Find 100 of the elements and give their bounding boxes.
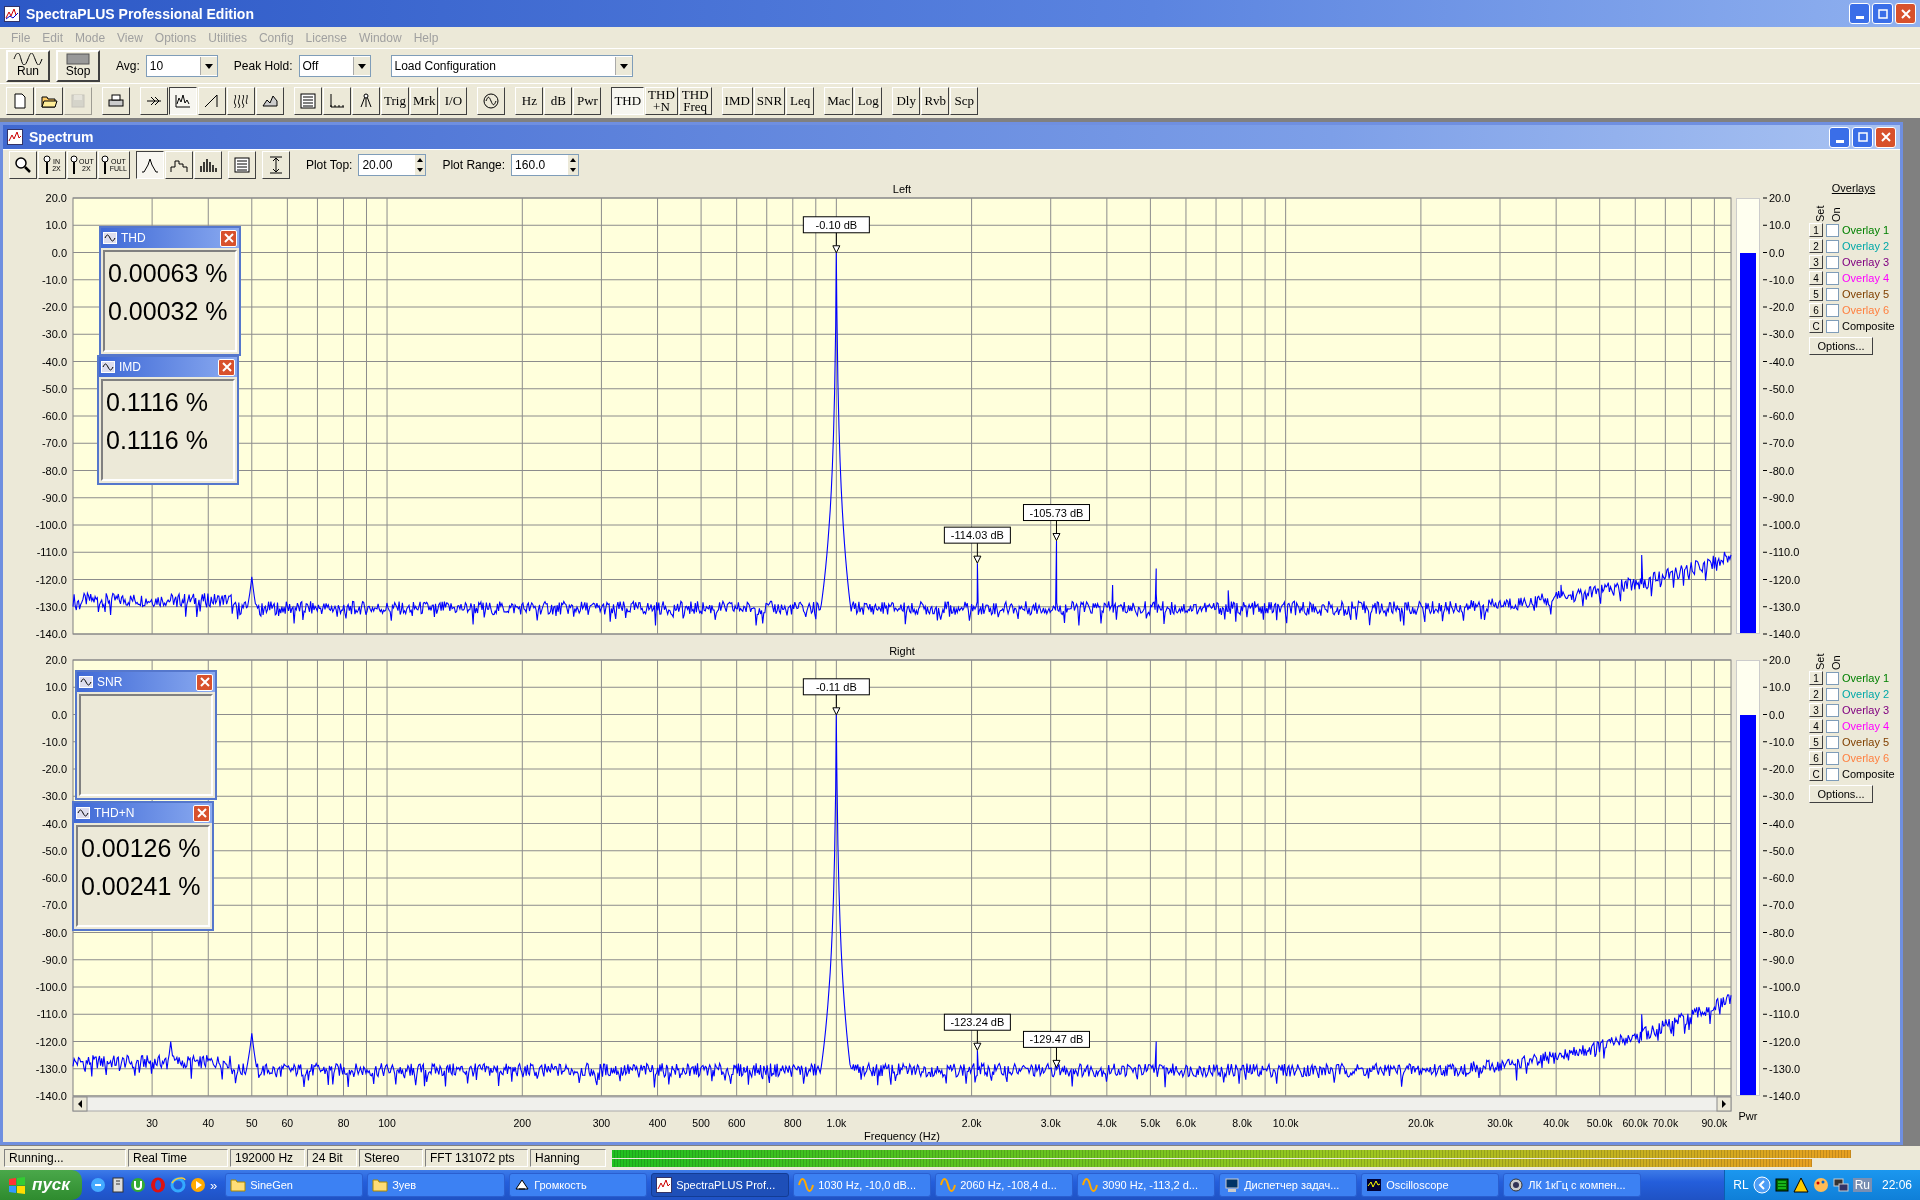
set-overlay-button[interactable]: 2 <box>1809 239 1823 253</box>
close-button[interactable] <box>1895 3 1916 24</box>
browser-icon[interactable] <box>169 1177 186 1193</box>
checkbox[interactable] <box>1826 687 1839 701</box>
checkbox[interactable] <box>1826 255 1839 269</box>
toolbar-button[interactable]: Log <box>854 87 883 115</box>
language-bar[interactable]: RL <box>1733 1178 1749 1192</box>
set-overlay-button[interactable]: 5 <box>1809 735 1823 749</box>
play-icon[interactable] <box>189 1177 206 1193</box>
toolbar-button[interactable]: SNR <box>753 87 786 115</box>
options-button[interactable]: Options... <box>1809 785 1873 803</box>
toolbar-button[interactable]: Pwr <box>573 87 602 115</box>
close-button[interactable] <box>218 358 235 376</box>
view-mode-button[interactable] <box>135 151 164 179</box>
document-icon[interactable] <box>109 1177 126 1193</box>
close-button[interactable] <box>220 229 237 247</box>
toolbar-button[interactable]: Leq <box>786 87 815 115</box>
taskbar-button[interactable]: 3090 Hz, -113,2 d... <box>1077 1173 1216 1197</box>
zoom-tool-button[interactable] <box>9 151 37 179</box>
torrent-icon[interactable] <box>129 1177 146 1193</box>
toolbar-button[interactable]: THD +N <box>645 87 678 115</box>
set-overlay-button[interactable]: 4 <box>1809 271 1823 285</box>
options-button[interactable]: Options... <box>1809 337 1873 355</box>
toolbar-button[interactable]: THD Freq <box>678 87 712 115</box>
plot-range-field[interactable]: 160.0 <box>511 154 580 176</box>
toolbar-button[interactable]: Mac <box>824 87 854 115</box>
taskbar-button[interactable]: Oscilloscope <box>1361 1173 1500 1197</box>
checkbox[interactable] <box>1826 287 1839 301</box>
set-overlay-button[interactable]: 1 <box>1809 671 1823 685</box>
scale-label: -40.0 <box>1769 355 1795 368</box>
more-button[interactable]: » <box>209 1177 218 1193</box>
toolbar-button[interactable]: Mrk <box>410 87 439 115</box>
set-overlay-button[interactable]: 5 <box>1809 287 1823 301</box>
speaker-icon <box>514 1177 531 1193</box>
checkbox[interactable] <box>1826 223 1839 237</box>
new-file-icon <box>11 92 29 110</box>
toolbar-button[interactable]: Dly <box>892 87 921 115</box>
toolbar-button[interactable]: I/O <box>439 87 468 115</box>
avg-dropdown[interactable]: 10 <box>145 55 218 77</box>
axis-label: -80.0 <box>41 464 67 477</box>
plot-top-field[interactable]: 20.00 <box>358 154 427 176</box>
set-overlay-button[interactable]: 2 <box>1809 687 1823 701</box>
scale-label: -40.0 <box>1769 817 1795 830</box>
stop-button[interactable]: Stop <box>56 50 100 82</box>
taskbar-button[interactable]: 2060 Hz, -108,4 d... <box>935 1173 1074 1197</box>
set-overlay-button[interactable]: 1 <box>1809 223 1823 237</box>
warning-icon[interactable] <box>1792 1177 1809 1193</box>
axis-label: -110.0 <box>36 1008 67 1021</box>
checkbox[interactable] <box>1826 767 1839 781</box>
toolbar-button[interactable]: Scp <box>950 87 979 115</box>
minimize-button[interactable] <box>1849 3 1870 24</box>
taskbar-button[interactable]: SpectraPLUS Prof... <box>651 1173 790 1197</box>
taskbar-button[interactable]: 1030 Hz, -10,0 dB... <box>793 1173 932 1197</box>
maximize-button[interactable] <box>1852 126 1873 148</box>
checkbox[interactable] <box>1826 751 1839 765</box>
toolbar-button[interactable] <box>169 87 197 115</box>
close-button[interactable] <box>1875 126 1896 148</box>
set-overlay-button[interactable]: C <box>1809 767 1823 781</box>
toolbar-button[interactable]: Rvb <box>921 87 950 115</box>
checkbox[interactable] <box>1826 671 1839 685</box>
horizontal-scrollbar[interactable] <box>72 1096 1732 1112</box>
set-overlay-button[interactable]: 3 <box>1809 255 1823 269</box>
toolbar-button[interactable]: dB <box>544 87 573 115</box>
level-icon[interactable] <box>1774 1178 1789 1192</box>
checkbox[interactable] <box>1826 735 1839 749</box>
chevron-icon[interactable] <box>1752 1176 1771 1194</box>
set-overlay-button[interactable]: C <box>1809 319 1823 333</box>
run-button[interactable]: Run <box>6 50 50 82</box>
toolbar-button[interactable]: Hz <box>515 87 544 115</box>
taskbar-button[interactable]: ЛК 1кГц с компен... <box>1503 1173 1642 1197</box>
toolbar-button[interactable]: THD <box>611 87 645 115</box>
set-overlay-button[interactable]: 6 <box>1809 751 1823 765</box>
taskbar-button[interactable]: Диспетчер задач... <box>1219 1173 1358 1197</box>
minimize-button[interactable] <box>1829 126 1850 148</box>
configuration-dropdown[interactable]: Load Configuration <box>390 55 633 77</box>
taskbar-button[interactable]: Зуев <box>367 1173 506 1197</box>
checkbox[interactable] <box>1826 319 1839 333</box>
toolbar-button[interactable]: Trig <box>381 87 409 115</box>
network-icon[interactable] <box>1832 1177 1849 1193</box>
status-field: Running... <box>4 1149 126 1167</box>
close-button[interactable] <box>193 804 210 822</box>
set-overlay-button[interactable]: 6 <box>1809 303 1823 317</box>
start-button[interactable]: пуск <box>0 1170 82 1200</box>
checkbox[interactable] <box>1826 271 1839 285</box>
desktop-icon[interactable] <box>89 1177 106 1193</box>
checkbox[interactable] <box>1826 719 1839 733</box>
checkbox[interactable] <box>1826 703 1839 717</box>
stop-icon <box>66 53 90 65</box>
peak-hold-dropdown[interactable]: Off <box>298 55 371 77</box>
axis-label: 400 <box>648 1117 667 1129</box>
taskbar-button[interactable]: Громкость <box>509 1173 648 1197</box>
set-overlay-button[interactable]: 3 <box>1809 703 1823 717</box>
checkbox[interactable] <box>1826 303 1839 317</box>
sine-wave-icon <box>940 1177 957 1193</box>
checkbox[interactable] <box>1826 239 1839 253</box>
close-button[interactable] <box>196 673 213 691</box>
maximize-button[interactable] <box>1872 3 1893 24</box>
set-overlay-button[interactable]: 4 <box>1809 719 1823 733</box>
taskbar-button[interactable]: SineGen <box>225 1173 364 1197</box>
toolbar-button[interactable]: IMD <box>721 87 753 115</box>
